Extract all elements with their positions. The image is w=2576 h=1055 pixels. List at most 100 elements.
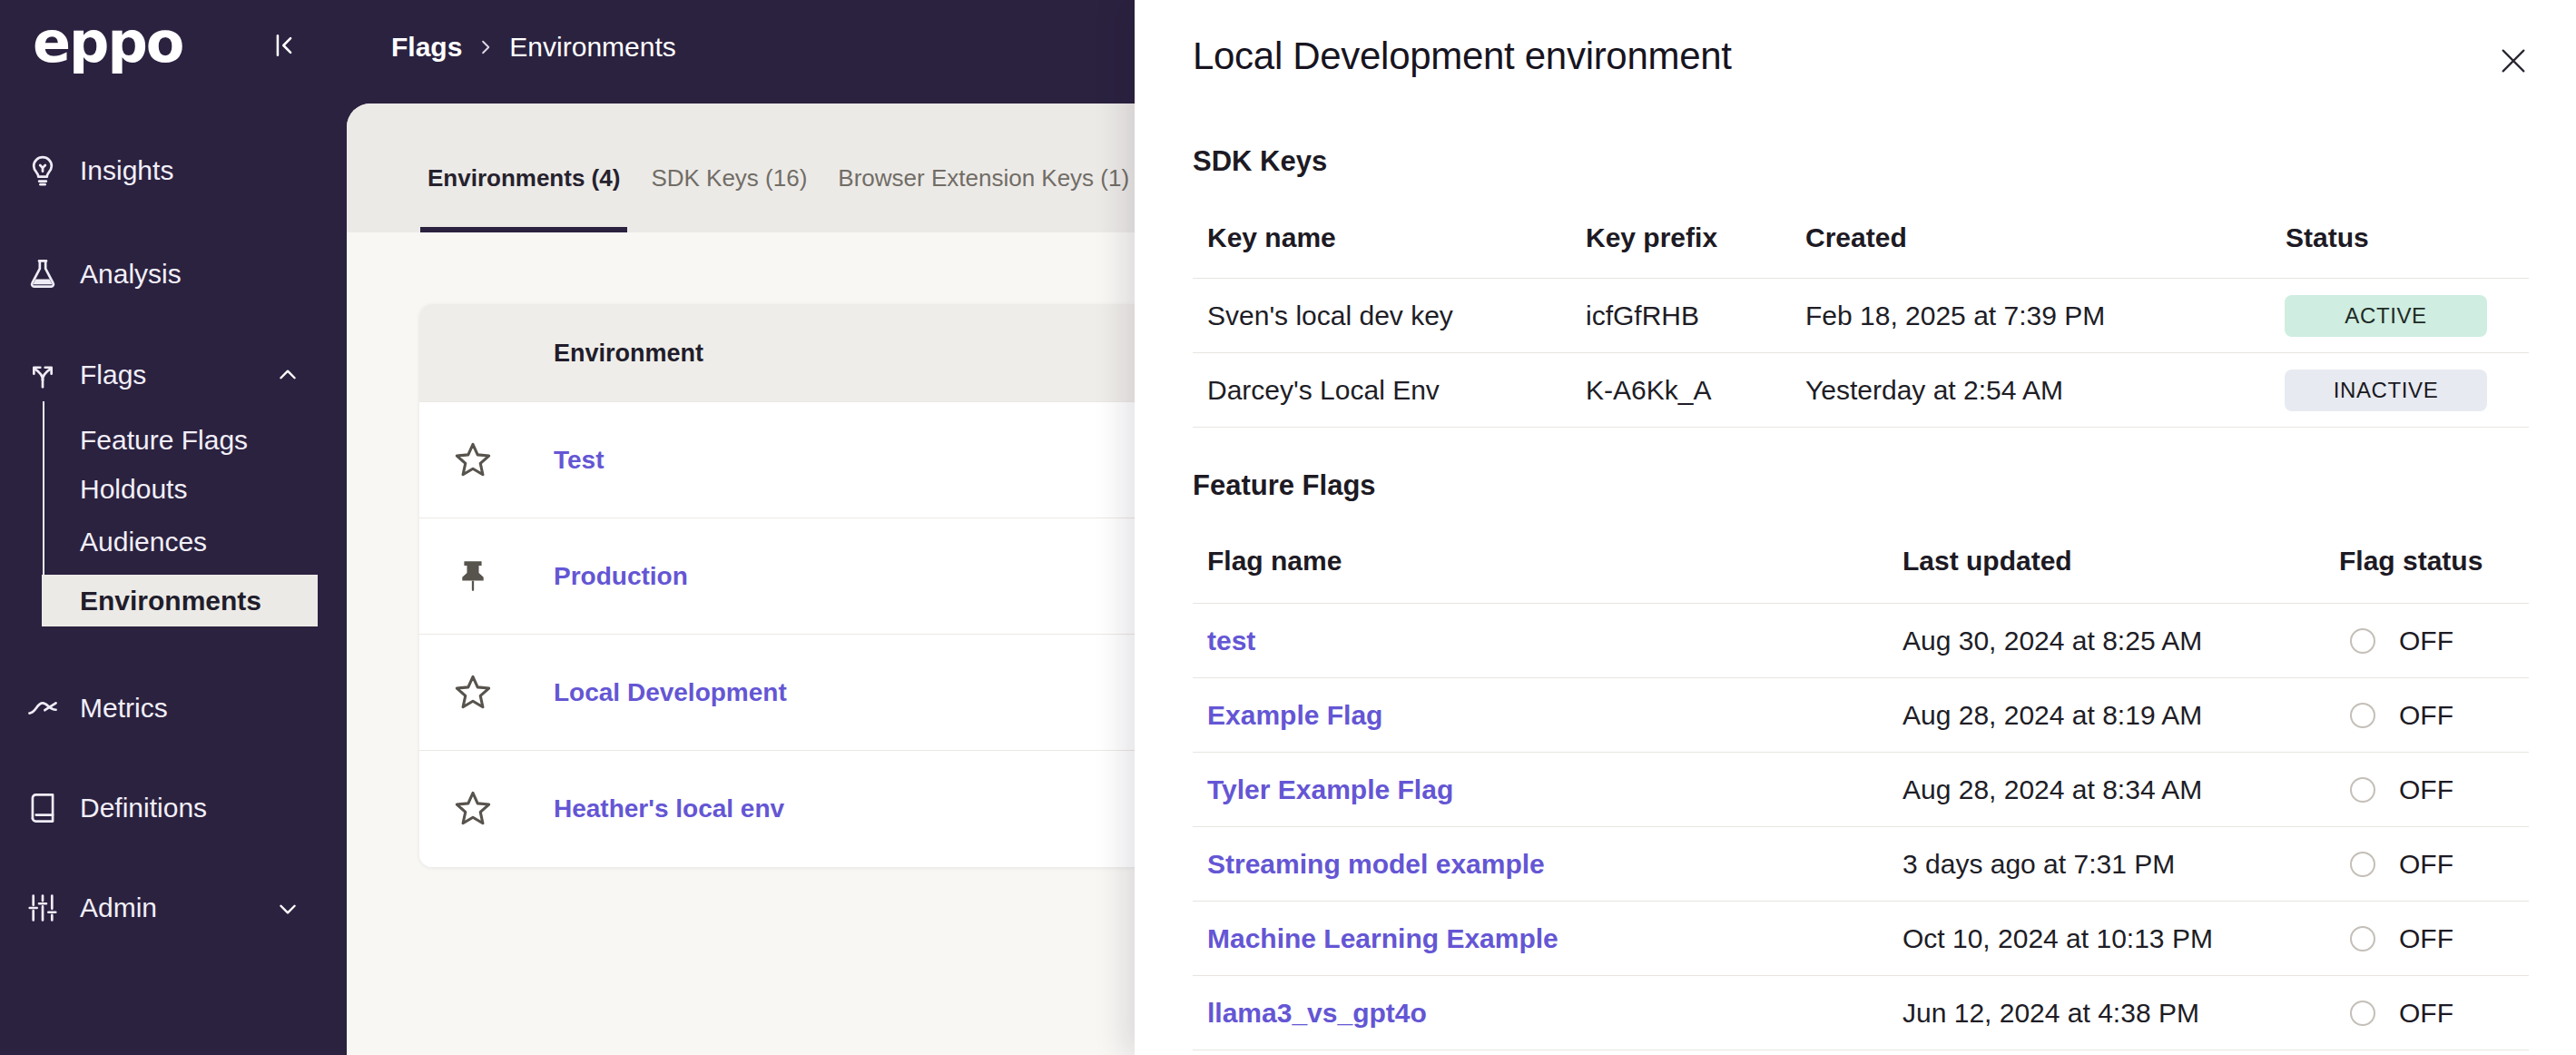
chevron-right-icon bbox=[477, 38, 495, 56]
sidebar-item-label: Insights bbox=[80, 155, 173, 186]
column-key-prefix: Key prefix bbox=[1586, 222, 1717, 253]
flag-row: test Aug 30, 2024 at 8:25 AM OFF bbox=[1193, 604, 2529, 678]
breadcrumb: Flags Environments bbox=[391, 0, 676, 94]
sdk-key-row: Darcey's Local Env K-A6Kk_A Yesterday at… bbox=[1193, 353, 2529, 428]
flag-row: Streaming model example 3 days ago at 7:… bbox=[1193, 827, 2529, 902]
flag-status-label: OFF bbox=[2399, 774, 2453, 805]
sidebar: eppo Insights Analysis bbox=[0, 0, 347, 1055]
sidebar-item-environments[interactable]: Environments bbox=[42, 575, 318, 626]
sidebar-item-label: Feature Flags bbox=[80, 425, 248, 456]
sidebar-item-label: Definitions bbox=[80, 793, 207, 823]
column-key-name: Key name bbox=[1207, 222, 1336, 253]
nav-tree-line bbox=[43, 401, 44, 575]
flag-last-updated: Aug 28, 2024 at 8:34 AM bbox=[1903, 774, 2202, 805]
sidebar-item-label: Environments bbox=[80, 586, 261, 616]
breadcrumb-flags[interactable]: Flags bbox=[391, 32, 462, 63]
column-flag-status: Flag status bbox=[2339, 546, 2483, 577]
topbar: Flags Environments bbox=[347, 0, 1135, 104]
sidebar-item-feature-flags[interactable]: Feature Flags bbox=[80, 419, 248, 462]
eppo-logo: eppo bbox=[33, 13, 182, 73]
sdk-key-name: Darcey's Local Env bbox=[1207, 375, 1440, 406]
environment-link[interactable]: Heather's local env bbox=[554, 794, 784, 823]
flag-status-label: OFF bbox=[2399, 700, 2453, 731]
sdk-key-prefix: icfGfRHB bbox=[1586, 301, 1699, 331]
collapse-sidebar-icon[interactable] bbox=[269, 30, 300, 61]
drawer-title: Local Development environment bbox=[1193, 33, 1732, 80]
flask-icon bbox=[25, 257, 60, 291]
breadcrumb-environments: Environments bbox=[509, 32, 675, 63]
flag-status-label: OFF bbox=[2399, 626, 2453, 656]
column-status: Status bbox=[2286, 222, 2369, 253]
close-icon[interactable] bbox=[2498, 45, 2529, 76]
flag-link[interactable]: Tyler Example Flag bbox=[1207, 774, 1453, 805]
tab-sdk-keys[interactable]: SDK Keys (16) bbox=[651, 123, 807, 232]
flag-last-updated: Aug 28, 2024 at 8:19 AM bbox=[1903, 700, 2202, 731]
sliders-icon bbox=[25, 891, 60, 925]
sidebar-item-label: Analysis bbox=[80, 259, 182, 290]
column-flag-name: Flag name bbox=[1207, 546, 1342, 577]
environment-link[interactable]: Local Development bbox=[554, 678, 787, 707]
sdk-keys-heading: SDK Keys bbox=[1193, 145, 2529, 178]
status-badge-inactive: INACTIVE bbox=[2285, 370, 2487, 411]
feature-flags-heading: Feature Flags bbox=[1193, 469, 2529, 502]
sidebar-item-audiences[interactable]: Audiences bbox=[80, 520, 207, 564]
sidebar-item-label: Audiences bbox=[80, 527, 207, 557]
flag-last-updated: 3 days ago at 7:31 PM bbox=[1903, 849, 2175, 880]
flag-last-updated: Jun 12, 2024 at 4:38 PM bbox=[1903, 998, 2199, 1029]
star-icon[interactable] bbox=[452, 672, 494, 714]
column-created: Created bbox=[1805, 222, 1907, 253]
environment-link[interactable]: Test bbox=[554, 446, 605, 475]
sdk-key-created: Feb 18, 2025 at 7:39 PM bbox=[1805, 301, 2105, 331]
sidebar-item-label: Admin bbox=[80, 892, 157, 923]
sdk-key-name: Sven's local dev key bbox=[1207, 301, 1453, 331]
flag-link[interactable]: llama3_vs_gpt4o bbox=[1207, 998, 1427, 1029]
sidebar-item-definitions[interactable]: Definitions bbox=[0, 786, 347, 830]
flag-status-label: OFF bbox=[2399, 998, 2453, 1029]
tab-environments[interactable]: Environments (4) bbox=[428, 123, 620, 232]
book-icon bbox=[25, 791, 60, 825]
flag-toggle[interactable] bbox=[2350, 777, 2375, 803]
sdk-key-created: Yesterday at 2:54 AM bbox=[1805, 375, 2063, 406]
flag-link[interactable]: Machine Learning Example bbox=[1207, 923, 1558, 954]
flag-link[interactable]: Example Flag bbox=[1207, 700, 1382, 731]
star-icon[interactable] bbox=[452, 439, 494, 481]
trend-lines-icon bbox=[25, 691, 60, 725]
flag-last-updated: Aug 30, 2024 at 8:25 AM bbox=[1903, 626, 2202, 656]
sdk-key-row: Sven's local dev key icfGfRHB Feb 18, 20… bbox=[1193, 279, 2529, 353]
sidebar-item-metrics[interactable]: Metrics bbox=[0, 686, 347, 730]
flag-link[interactable]: Streaming model example bbox=[1207, 849, 1545, 880]
flag-status-label: OFF bbox=[2399, 849, 2453, 880]
flag-row: Tyler Example Flag Aug 28, 2024 at 8:34 … bbox=[1193, 753, 2529, 827]
column-environment: Environment bbox=[554, 339, 703, 367]
sdk-keys-table-header: Key name Key prefix Created Status bbox=[1193, 222, 2529, 254]
split-arrows-icon bbox=[25, 358, 60, 392]
status-badge-active: ACTIVE bbox=[2285, 295, 2487, 337]
sidebar-item-insights[interactable]: Insights bbox=[0, 149, 347, 192]
chevron-down-icon[interactable] bbox=[276, 897, 300, 921]
chevron-up-icon[interactable] bbox=[276, 363, 300, 387]
flag-toggle[interactable] bbox=[2350, 703, 2375, 728]
sidebar-item-analysis[interactable]: Analysis bbox=[0, 252, 347, 296]
environment-link[interactable]: Production bbox=[554, 562, 688, 591]
sidebar-item-holdouts[interactable]: Holdouts bbox=[80, 468, 187, 511]
flag-row: Machine Learning Example Oct 10, 2024 at… bbox=[1193, 902, 2529, 976]
pin-icon[interactable] bbox=[452, 556, 494, 597]
flag-toggle[interactable] bbox=[2350, 628, 2375, 654]
sidebar-item-label: Holdouts bbox=[80, 474, 187, 505]
column-last-updated: Last updated bbox=[1903, 546, 2072, 577]
lightbulb-icon bbox=[25, 153, 60, 188]
feature-flags-table-header: Flag name Last updated Flag status bbox=[1193, 545, 2529, 577]
sidebar-item-label: Flags bbox=[80, 360, 146, 390]
flag-status-label: OFF bbox=[2399, 923, 2453, 954]
sidebar-item-label: Metrics bbox=[80, 693, 168, 724]
flag-toggle[interactable] bbox=[2350, 926, 2375, 951]
environment-detail-drawer: Local Development environment SDK Keys K… bbox=[1135, 0, 2576, 1055]
flag-link[interactable]: test bbox=[1207, 626, 1255, 656]
sdk-key-prefix: K-A6Kk_A bbox=[1586, 375, 1711, 406]
flag-toggle[interactable] bbox=[2350, 1001, 2375, 1026]
flag-row: Example Flag Aug 28, 2024 at 8:19 AM OFF bbox=[1193, 678, 2529, 753]
flag-row: llama3_vs_gpt4o Jun 12, 2024 at 4:38 PM … bbox=[1193, 976, 2529, 1050]
star-icon[interactable] bbox=[452, 788, 494, 830]
flag-toggle[interactable] bbox=[2350, 852, 2375, 877]
tab-browser-extension-keys[interactable]: Browser Extension Keys (1) bbox=[838, 123, 1129, 232]
